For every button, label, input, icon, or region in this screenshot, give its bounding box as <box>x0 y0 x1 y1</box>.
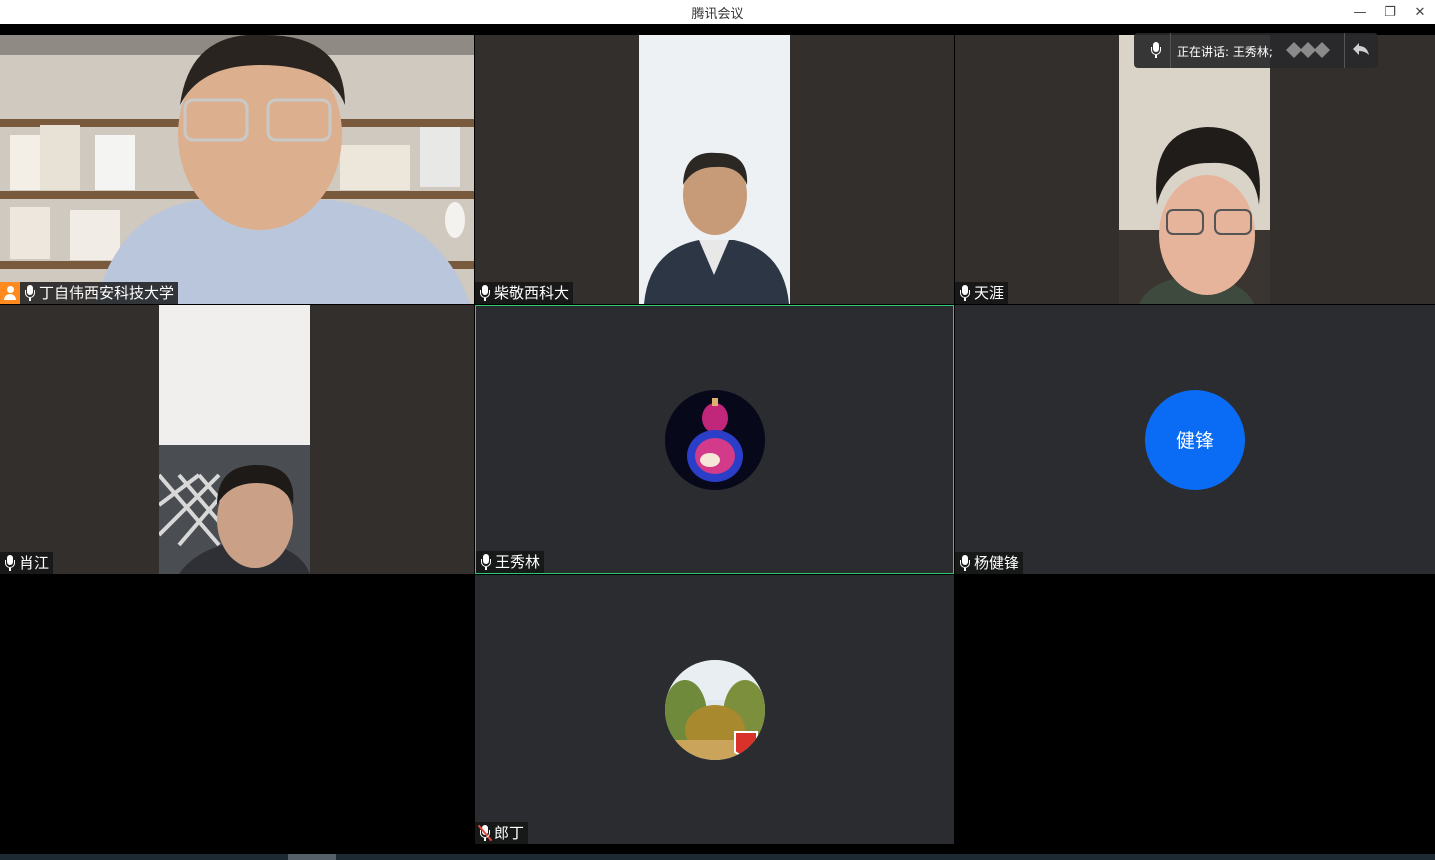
participant-name: 肖江 <box>19 554 50 572</box>
minimize-button[interactable]: — <box>1345 0 1375 24</box>
participant-name: 杨健锋 <box>974 554 1020 572</box>
video-tile-4[interactable]: 肖江 <box>0 305 474 574</box>
participant-video <box>639 35 790 304</box>
participant-name: 丁自伟西安科技大学 <box>39 284 175 302</box>
participant-name-label: 郎丁 <box>475 822 529 844</box>
microphone-icon <box>3 554 17 572</box>
participant-video <box>159 305 310 574</box>
microphone-icon <box>479 553 493 571</box>
horizontal-scrollbar[interactable] <box>0 854 1435 860</box>
participant-name: 柴敬西科大 <box>494 284 570 302</box>
video-tile-1[interactable]: 丁自伟西安科技大学 <box>0 35 474 304</box>
close-button[interactable]: ✕ <box>1405 0 1435 24</box>
video-tile-7[interactable]: 郎丁 <box>475 575 954 844</box>
video-tile-3[interactable]: 天涯 <box>955 35 1435 304</box>
blurred-names <box>1286 41 1330 59</box>
video-tile-2[interactable]: 柴敬西科大 <box>475 35 954 304</box>
participant-name-label: 柴敬西科大 <box>475 282 574 304</box>
participant-name: 天涯 <box>974 284 1005 302</box>
microphone-icon <box>23 284 37 302</box>
collapse-icon[interactable] <box>1352 41 1372 59</box>
video-tile-5[interactable]: 王秀林 <box>475 305 954 574</box>
speaking-indicator: 正在讲话: 王秀林; <box>1134 33 1378 68</box>
participant-name-label: 王秀林 <box>476 551 545 573</box>
participant-name-label: 天涯 <box>955 282 1009 304</box>
microphone-icon <box>478 284 492 302</box>
minimize-icon: — <box>1353 4 1367 20</box>
close-icon: ✕ <box>1414 4 1426 20</box>
participant-avatar <box>664 659 765 760</box>
scrollbar-thumb[interactable] <box>288 854 336 860</box>
microphone-muted-icon <box>477 824 493 842</box>
participant-name-label: 肖江 <box>0 552 54 574</box>
participant-name: 王秀林 <box>495 553 541 571</box>
participant-avatar <box>664 389 765 490</box>
participant-name-label: 丁自伟西安科技大学 <box>0 282 179 304</box>
microphone-icon <box>958 284 972 302</box>
participant-name-label: 杨健锋 <box>955 552 1024 574</box>
host-icon <box>0 282 20 304</box>
video-tile-6[interactable]: 健锋 杨健锋 <box>955 305 1435 574</box>
participant-avatar: 健锋 <box>1145 389 1245 490</box>
participant-video <box>0 35 474 304</box>
title-bar: 腾讯会议 — ❐ ✕ <box>0 0 1435 24</box>
microphone-icon <box>958 554 972 572</box>
restore-icon: ❐ <box>1384 4 1396 20</box>
window-title: 腾讯会议 <box>691 7 744 22</box>
participant-video <box>1119 35 1270 304</box>
microphone-icon <box>1149 41 1163 59</box>
participant-name: 郎丁 <box>494 824 525 842</box>
restore-button[interactable]: ❐ <box>1375 0 1405 24</box>
speaking-text: 正在讲话: 王秀林; <box>1177 45 1273 59</box>
